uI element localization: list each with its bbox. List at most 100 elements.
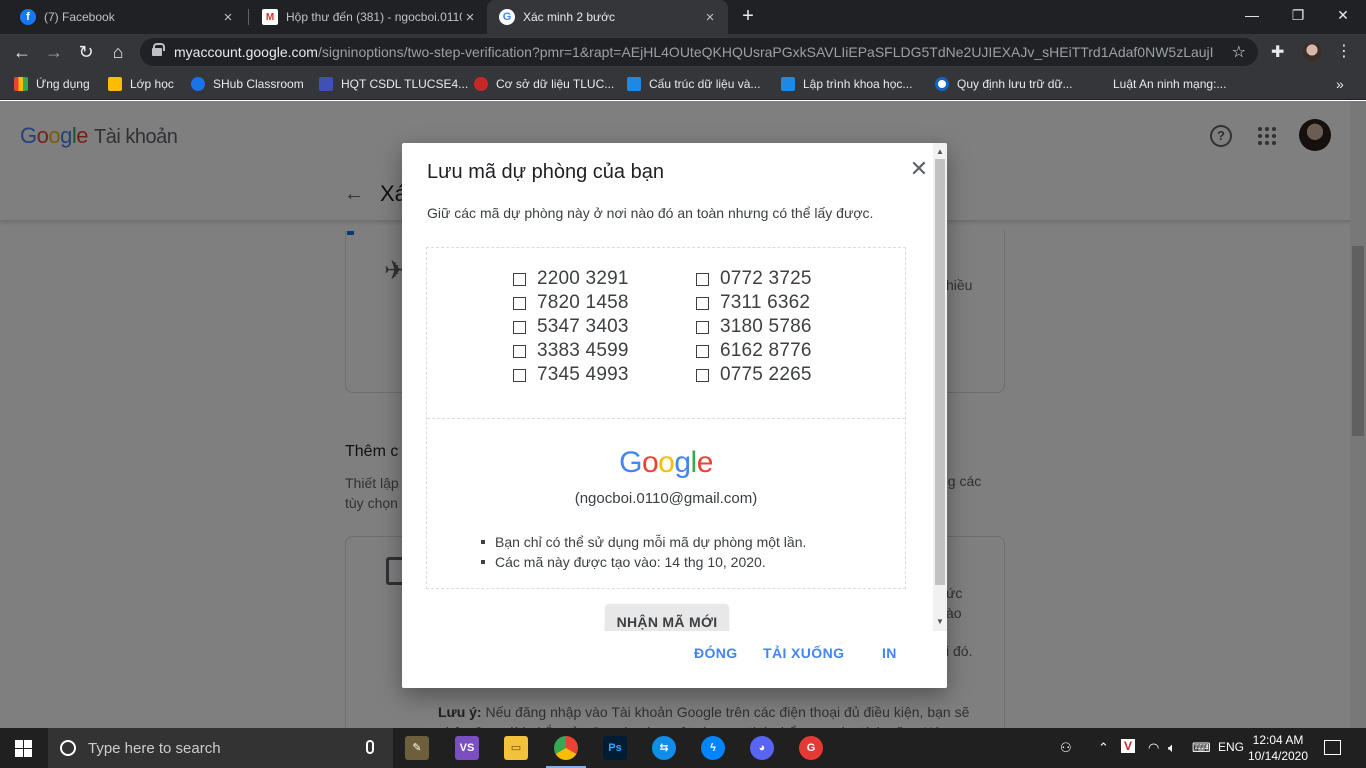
dialog-title: Lưu mã dự phòng của bạn: [427, 161, 664, 183]
bookmarks-overflow-icon[interactable]: »: [1336, 76, 1344, 92]
new-tab-button[interactable]: +: [738, 5, 758, 29]
bookmark-shub-classroom[interactable]: SHub Classroom: [191, 77, 304, 91]
backup-codes-box: 2200 3291 0772 3725 7820 1458 7311 6362 …: [426, 247, 906, 589]
board-icon: [781, 77, 795, 91]
checkbox-icon: [696, 272, 709, 286]
close-button[interactable]: ĐÓNG: [694, 645, 738, 661]
gmail-icon: M: [262, 9, 278, 25]
cortana-icon: [60, 740, 76, 756]
extensions-puzzle-icon[interactable]: ✚: [1271, 42, 1284, 62]
apps-grid-icon: [14, 77, 28, 91]
tab-close-icon[interactable]: ×: [462, 9, 478, 26]
checkbox-icon: [696, 368, 709, 382]
board-icon: [319, 77, 333, 91]
bookmark-hqt-csdl[interactable]: HQT CSDL TLUCSE4...: [319, 77, 468, 91]
backup-code: 5347 3403: [513, 316, 696, 338]
discord-icon[interactable]: ◕: [750, 736, 774, 760]
scroll-up-icon[interactable]: ▲: [936, 147, 944, 156]
window-close-button[interactable]: ✕: [1320, 0, 1366, 30]
dialog-actions: ĐÓNG TẢI XUỐNG IN: [402, 631, 947, 688]
tab-two-step-verification[interactable]: G Xác minh 2 bước ×: [487, 0, 728, 34]
reload-button[interactable]: ↻: [74, 40, 98, 64]
windows-start-icon[interactable]: [15, 740, 32, 757]
tab-close-icon[interactable]: ×: [220, 9, 236, 26]
tab-strip: f (7) Facebook × M Hộp thư đến (381) - n…: [0, 0, 1366, 34]
browser-menu-icon[interactable]: ⋮: [1336, 41, 1352, 61]
restore-button[interactable]: ❐: [1275, 0, 1321, 30]
profile-avatar[interactable]: [1302, 42, 1322, 62]
backup-codes-grid: 2200 3291 0772 3725 7820 1458 7311 6362 …: [513, 268, 833, 386]
bookmark-co-so-du-lieu[interactable]: Cơ sở dữ liệu TLUC...: [474, 77, 614, 91]
lifebuoy-icon: [935, 77, 949, 91]
address-bar[interactable]: myaccount.google.com/signinoptions/two-s…: [140, 38, 1258, 66]
scrollbar-thumb[interactable]: [935, 159, 945, 585]
checkbox-icon: [513, 272, 526, 286]
bookmark-quy-dinh-luu-tru[interactable]: Quy định lưu trữ dữ...: [935, 77, 1072, 91]
people-icon[interactable]: ⚇: [1060, 740, 1072, 756]
system-clock[interactable]: 12:04 AM 10/14/2020: [1246, 732, 1310, 764]
tab-title: Xác minh 2 bước: [523, 10, 615, 24]
bookmark-star-icon[interactable]: ☆: [1232, 42, 1246, 62]
lock-icon[interactable]: [152, 43, 165, 57]
home-button[interactable]: ⌂: [106, 40, 130, 64]
back-button[interactable]: ←: [10, 40, 34, 64]
show-hidden-icons[interactable]: ⌃: [1098, 740, 1109, 756]
download-button[interactable]: TẢI XUỐNG: [763, 645, 844, 661]
volume-icon[interactable]: 🔈︎: [1168, 740, 1176, 756]
url-text[interactable]: myaccount.google.com/signinoptions/two-s…: [174, 44, 1214, 60]
visual-studio-icon[interactable]: VS: [455, 736, 479, 760]
backup-code: 7311 6362: [696, 292, 833, 314]
list-item: Các mã này được tạo vào: 14 thg 10, 2020…: [480, 552, 806, 572]
tools-app-icon[interactable]: ✎: [405, 736, 429, 760]
network-wifi-icon[interactable]: ◠: [1148, 740, 1159, 756]
windows-taskbar: Type here to search ✎ VS ▭ Ps ⇆ ϟ ◕ G ⚇ …: [0, 728, 1366, 768]
backup-code: 2200 3291: [513, 268, 696, 290]
backup-code: 0775 2265: [696, 364, 833, 386]
dialog-scrollbar[interactable]: ▲ ▼: [933, 143, 947, 631]
checkbox-icon: [513, 344, 526, 358]
get-new-codes-button[interactable]: NHẬN MÃ MỚI: [606, 604, 728, 631]
bookmark-luat-an-ninh-mang[interactable]: Luật An ninh mạng:...: [1113, 77, 1226, 91]
apple-icon: [474, 77, 488, 91]
bookmarks-bar: Ứng dụng Lớp học SHub Classroom HQT CSDL…: [0, 70, 1366, 100]
dialog-subtitle: Giữ các mã dự phòng này ở nơi nào đó an …: [427, 205, 874, 221]
dialog-body: Giữ các mã dự phòng này ở nơi nào đó an …: [402, 199, 933, 631]
language-indicator[interactable]: ENG: [1218, 740, 1244, 754]
close-icon[interactable]: ✕: [909, 158, 929, 180]
backup-code: 0772 3725: [696, 268, 833, 290]
messenger-icon[interactable]: ϟ: [701, 736, 725, 760]
forward-button[interactable]: →: [42, 40, 66, 64]
browser-toolbar: ← → ↻ ⌂ myaccount.google.com/signinoptio…: [0, 34, 1366, 70]
microphone-icon[interactable]: [366, 740, 374, 754]
teamviewer-icon[interactable]: ⇆: [652, 736, 676, 760]
bookmark-lop-hoc[interactable]: Lớp học: [108, 77, 174, 91]
scroll-down-icon[interactable]: ▼: [936, 617, 944, 626]
keyboard-icon[interactable]: ⌨: [1192, 740, 1211, 756]
garena-icon[interactable]: G: [799, 736, 823, 760]
facebook-icon: f: [20, 9, 36, 25]
taskbar-search-box[interactable]: Type here to search: [48, 728, 393, 768]
action-center-icon[interactable]: [1324, 740, 1341, 755]
tab-close-icon[interactable]: ×: [702, 9, 718, 26]
board-icon: [627, 77, 641, 91]
file-explorer-icon[interactable]: ▭: [504, 736, 528, 760]
backup-code: 6162 8776: [696, 340, 833, 362]
tab-gmail[interactable]: M Hộp thư đến (381) - ngocboi.0110 ×: [250, 0, 488, 34]
photoshop-icon[interactable]: Ps: [603, 736, 627, 760]
minimize-button[interactable]: —: [1229, 0, 1275, 30]
checkbox-icon: [513, 320, 526, 334]
checkbox-icon: [696, 296, 709, 310]
google-logo: Google: [619, 446, 713, 479]
tab-facebook[interactable]: f (7) Facebook ×: [8, 0, 246, 34]
bookmark-apps[interactable]: Ứng dụng: [14, 77, 90, 91]
print-button[interactable]: IN: [882, 645, 897, 661]
bookmark-lap-trinh-khoa-hoc[interactable]: Lập trình khoa học...: [781, 77, 912, 91]
tab-title: (7) Facebook: [44, 10, 115, 24]
antivirus-tray-icon[interactable]: V: [1121, 739, 1136, 753]
divider: [427, 418, 905, 419]
chrome-icon[interactable]: [554, 736, 578, 760]
backup-code: 3383 4599: [513, 340, 696, 362]
backup-code: 3180 5786: [696, 316, 833, 338]
bookmark-cau-truc-du-lieu[interactable]: Cấu trúc dữ liệu và...: [627, 77, 760, 91]
checkbox-icon: [696, 320, 709, 334]
